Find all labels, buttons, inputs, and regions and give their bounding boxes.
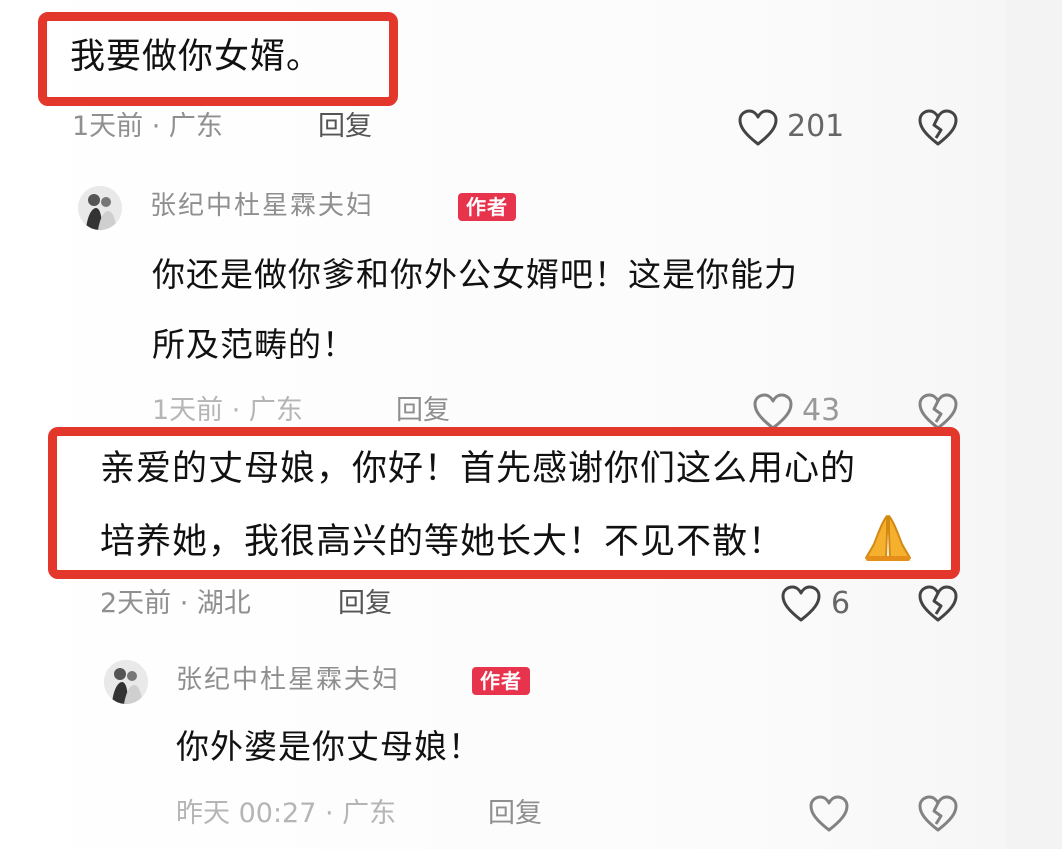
comment-1-like-button[interactable] — [737, 108, 779, 148]
reply-2-reply-button[interactable]: 回复 — [488, 800, 542, 827]
reply-1-text-line-1: 你还是做你爹和你外公女婿吧！这是你能力 — [152, 255, 798, 294]
comment-1-highlight-box — [38, 12, 398, 106]
comment-2-reply-button[interactable]: 回复 — [338, 590, 392, 617]
broken-heart-icon — [918, 109, 958, 146]
couple-photo-avatar-icon — [104, 660, 148, 704]
reply-1-time-location: 1天前 · 广东 — [152, 395, 303, 426]
reply-2-dislike-button[interactable] — [917, 794, 959, 834]
broken-heart-icon — [918, 795, 958, 832]
reply-1-like-button[interactable] — [752, 392, 794, 432]
comment-2-time-location: 2天前 · 湖北 — [100, 588, 251, 619]
couple-photo-avatar-icon — [78, 186, 122, 230]
heart-outline-icon — [809, 795, 849, 832]
comment-1-time-location: 1天前 · 广东 — [72, 111, 223, 142]
comment-2-like-count: 6 — [831, 586, 851, 621]
reply-2-like-button[interactable] — [808, 794, 850, 834]
comment-2-dislike-button[interactable] — [917, 584, 959, 624]
reply-1-author-avatar[interactable] — [78, 186, 122, 230]
heart-outline-icon — [738, 109, 778, 146]
comment-screen: 我要做你女婿。 1天前 · 广东 回复 201 张纪中杜星霖夫妇 作者 你还是做… — [0, 0, 1062, 849]
comment-2-like-button[interactable] — [780, 584, 822, 624]
comment-1-reply-button[interactable]: 回复 — [318, 113, 372, 140]
reply-1-like-count: 43 — [802, 393, 841, 428]
reply-1-dislike-button[interactable] — [917, 392, 959, 432]
comment-2-highlight-box — [48, 427, 960, 579]
heart-outline-icon — [753, 393, 793, 430]
heart-outline-icon — [781, 585, 821, 622]
reply-1-author-badge: 作者 — [458, 193, 516, 221]
reply-2-author-name[interactable]: 张纪中杜星霖夫妇 — [176, 667, 400, 693]
reply-2-text: 你外婆是你丈母娘！ — [176, 727, 482, 766]
broken-heart-icon — [918, 393, 958, 430]
right-edge-strip — [1006, 0, 1062, 849]
comment-1-dislike-button[interactable] — [917, 108, 959, 148]
reply-1-author-name[interactable]: 张纪中杜星霖夫妇 — [150, 193, 374, 219]
reply-1-reply-button[interactable]: 回复 — [396, 397, 450, 424]
comment-1-like-count: 201 — [787, 109, 845, 144]
broken-heart-icon — [918, 585, 958, 622]
reply-1-text-line-2: 所及范畴的！ — [152, 325, 356, 364]
reply-2-author-avatar[interactable] — [104, 660, 148, 704]
reply-2-time-location: 昨天 00:27 · 广东 — [176, 798, 397, 829]
reply-2-author-badge: 作者 — [472, 667, 530, 695]
